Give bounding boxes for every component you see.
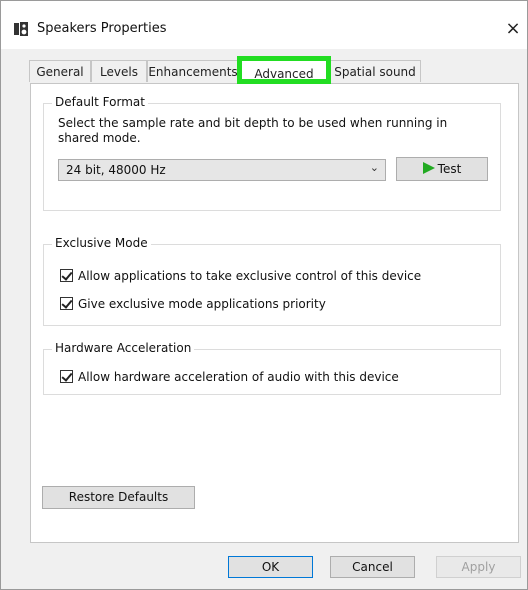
ok-button[interactable]: OK — [228, 556, 313, 578]
tab-general[interactable]: General — [29, 60, 91, 82]
exclusive-priority-label: Give exclusive mode applications priorit… — [78, 297, 326, 311]
sample-rate-dropdown[interactable]: 24 bit, 48000 Hz ⌄ — [58, 159, 386, 181]
default-format-group: Default Format Select the sample rate an… — [43, 95, 501, 211]
exclusive-mode-group: Exclusive Mode Allow applications to tak… — [43, 236, 501, 326]
exclusive-control-label: Allow applications to take exclusive con… — [78, 269, 422, 283]
restore-defaults-button[interactable]: Restore Defaults — [42, 486, 195, 509]
sample-rate-value: 24 bit, 48000 Hz — [66, 163, 166, 177]
speakers-properties-dialog: Speakers Properties × General Levels Enh… — [0, 0, 528, 590]
hardware-acceleration-checkbox[interactable] — [60, 370, 73, 383]
default-format-title: Default Format — [52, 95, 148, 109]
window-title: Speakers Properties — [37, 21, 167, 36]
hardware-acceleration-title: Hardware Acceleration — [52, 341, 195, 355]
exclusive-control-checkbox[interactable] — [60, 269, 73, 282]
close-button[interactable]: × — [499, 15, 527, 43]
tab-advanced[interactable]: Advanced — [237, 56, 331, 84]
tab-enhancements[interactable]: Enhancements — [147, 60, 239, 82]
hardware-acceleration-group: Hardware Acceleration Allow hardware acc… — [43, 341, 501, 395]
chevron-down-icon: ⌄ — [369, 161, 379, 174]
cancel-button[interactable]: Cancel — [330, 556, 415, 578]
apply-button[interactable]: Apply — [436, 556, 521, 578]
tab-strip: General Levels Enhancements Advanced Spa… — [29, 56, 527, 84]
advanced-panel: Default Format Select the sample rate an… — [30, 83, 519, 543]
default-format-description: Select the sample rate and bit depth to … — [58, 116, 448, 145]
tab-levels[interactable]: Levels — [91, 60, 147, 82]
test-button[interactable]: Test — [396, 157, 488, 181]
speaker-icon — [14, 22, 28, 36]
title-bar: Speakers Properties × — [1, 1, 527, 49]
tab-spatial-sound[interactable]: Spatial sound — [329, 60, 421, 82]
exclusive-mode-title: Exclusive Mode — [52, 236, 151, 250]
play-icon — [422, 162, 435, 174]
exclusive-priority-checkbox[interactable] — [60, 297, 73, 310]
test-button-label: Test — [437, 162, 462, 176]
hardware-acceleration-label: Allow hardware acceleration of audio wit… — [78, 370, 399, 384]
